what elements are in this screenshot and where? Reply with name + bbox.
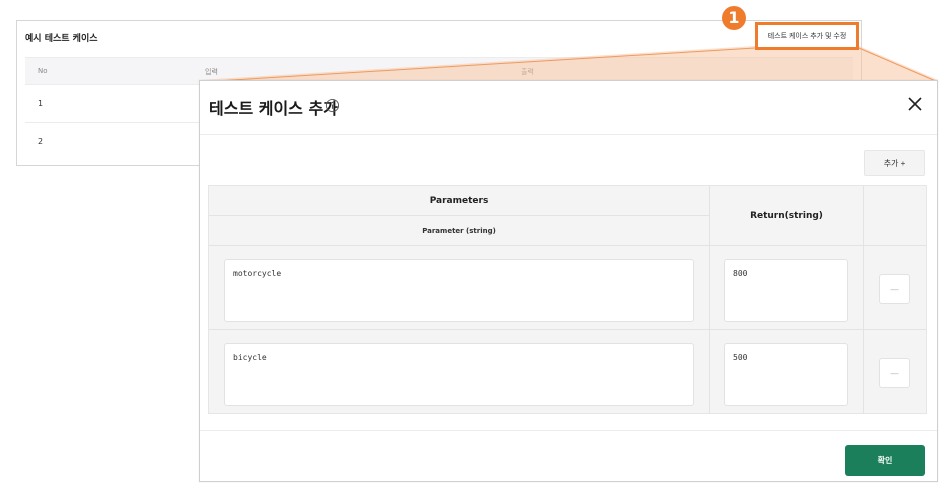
info-icon[interactable] [325,98,340,113]
action-header [863,186,927,246]
table-row: motorcycle 800 — [209,246,926,330]
table-row: bicycle 500 — [209,330,926,414]
delete-row-button[interactable]: — [879,358,910,388]
return-header: Return(string) [709,186,863,246]
confirm-button[interactable]: 확인 [845,445,925,476]
add-test-case-button[interactable]: 추가 + [864,150,925,176]
table-header: Parameters Parameter (string) Return(str… [209,186,926,246]
highlight-box: 테스트 케이스 추가 및 수정 [755,22,859,50]
test-case-modal: 테스트 케이스 추가 추가 + Parameters Parameter (st… [199,80,938,482]
test-case-table: Parameters Parameter (string) Return(str… [208,185,927,414]
modal-title: 테스트 케이스 추가 [209,99,338,118]
delete-row-button[interactable]: — [879,274,910,304]
modal-header: 테스트 케이스 추가 [200,81,937,135]
return-input[interactable]: 800 [724,259,848,322]
close-icon [908,97,922,111]
parameters-header: Parameters [209,186,709,216]
step-badge: 1 [722,6,746,30]
parameter-input[interactable]: bicycle [224,343,694,406]
modal-footer: 확인 [200,430,937,482]
parameter-string-header: Parameter (string) [422,227,496,235]
return-input[interactable]: 500 [724,343,848,406]
edit-test-cases-button[interactable]: 테스트 케이스 추가 및 수정 [762,30,852,44]
parameter-input[interactable]: motorcycle [224,259,694,322]
close-button[interactable] [907,96,923,112]
